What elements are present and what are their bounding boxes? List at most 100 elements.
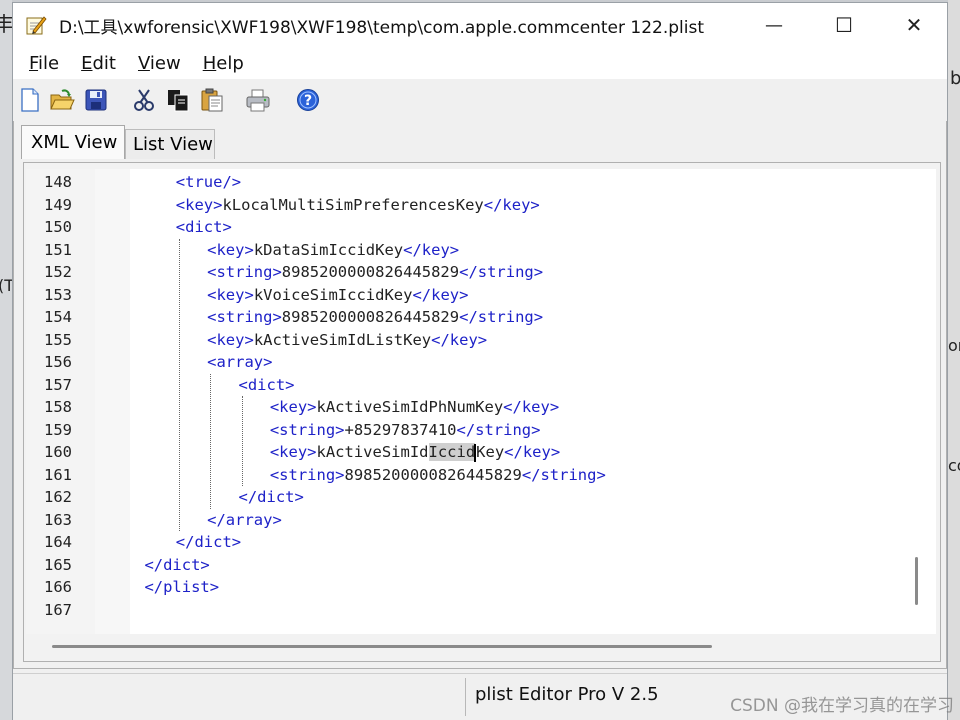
xml-value: kLocalMultiSimPreferencesKey — [222, 195, 484, 214]
line-number: 163 — [44, 510, 72, 529]
menu-edit-label: dit — [92, 52, 116, 74]
code-line: 158 <key>kActiveSimIdPhNumKey</key> — [26, 396, 906, 418]
xml-tag: </plist> — [144, 578, 220, 596]
menu-edit[interactable]: Edit — [75, 53, 122, 74]
code-line: 162 </dict> — [26, 486, 906, 508]
line-number: 154 — [44, 308, 72, 326]
code-text: <dict> — [176, 216, 232, 238]
line-number: 153 — [44, 285, 72, 304]
close-button[interactable]: ✕ — [879, 3, 949, 47]
code-line: 149 <key>kLocalMultiSimPreferencesKey</ke… — [26, 194, 906, 216]
code-text: </dict> — [239, 486, 304, 508]
tab-xml-view[interactable]: XML View — [21, 125, 125, 159]
line-number: 159 — [44, 420, 72, 439]
xml-tag: <dict> — [175, 218, 232, 236]
selected-text: Iccid — [428, 443, 476, 461]
xml-tag: </key> — [504, 443, 561, 461]
code-text: <string>8985200000826445829</string> — [207, 261, 543, 283]
xml-tag: <key> — [175, 195, 223, 214]
background-window-right: b or co — [948, 0, 960, 720]
xml-value: kVoiceSimIccidKey — [253, 285, 413, 304]
xml-tag: </dict> — [144, 555, 210, 574]
indent-guide — [210, 373, 212, 509]
open-button[interactable] — [49, 87, 75, 113]
title-bar[interactable]: D:\工具\xwforensic\XWF198\XWF198\temp\com.… — [13, 3, 947, 47]
horizontal-scrollbar[interactable] — [25, 635, 937, 657]
tab-xml-view-label: XML View — [31, 132, 118, 153]
xml-value: 8985200000826445829 — [281, 308, 460, 326]
code-text: <string>+85297837410</string> — [270, 419, 541, 441]
line-number: 161 — [44, 465, 72, 484]
xml-tag: <dict> — [238, 375, 295, 394]
save-icon — [85, 89, 107, 111]
line-number: 158 — [44, 398, 72, 416]
code-line: 157 <dict> — [26, 374, 906, 396]
menu-view[interactable]: View — [132, 53, 187, 74]
paste-button[interactable] — [199, 87, 225, 113]
status-separator — [465, 678, 466, 716]
xml-tag: <key> — [207, 285, 254, 304]
line-number: 156 — [44, 353, 72, 371]
xml-tag: </string> — [459, 263, 544, 281]
xml-tag: </string> — [521, 465, 606, 484]
print-icon — [246, 89, 270, 112]
cut-button[interactable] — [131, 87, 157, 113]
xml-value: kActiveSimIdPhNumKey — [316, 398, 504, 416]
code-text: <string>8985200000826445829</string> — [207, 306, 543, 328]
xml-tag: </string> — [456, 420, 541, 439]
line-number: 165 — [44, 555, 72, 574]
line-number: 155 — [44, 330, 72, 349]
xml-value: +85297837410 — [344, 420, 457, 439]
code-text: <key>kVoiceSimIccidKey</key> — [207, 284, 468, 306]
code-line: 148 <true/> — [26, 171, 906, 193]
background-fragment: 丰 — [0, 12, 12, 36]
xml-value: 8985200000826445829 — [344, 465, 522, 484]
line-number: 148 — [44, 173, 72, 191]
code-line: 163 </array> — [26, 509, 906, 531]
menu-help-accel: H — [202, 52, 217, 74]
xml-editor[interactable]: 148 <true/> 149 <key>kLocalMultiSimPreferen… — [26, 169, 936, 634]
background-fragment: b — [950, 68, 960, 89]
paste-icon — [201, 88, 223, 112]
open-folder-icon — [50, 89, 75, 110]
xml-tag: </key> — [483, 195, 540, 214]
print-button[interactable] — [245, 87, 271, 113]
app-pencil-icon — [25, 14, 47, 36]
window-title: D:\工具\xwforensic\XWF198\XWF198\temp\com.… — [59, 17, 705, 38]
code-line: 153 <key>kVoiceSimIccidKey</key> — [26, 284, 906, 306]
menu-help[interactable]: Help — [197, 53, 250, 74]
maximize-button[interactable]: ☐ — [809, 3, 879, 47]
code-text: </array> — [207, 509, 282, 531]
copy-icon — [168, 90, 189, 112]
line-number: 162 — [44, 488, 72, 506]
help-button[interactable]: ? — [295, 87, 321, 113]
xml-tag: <key> — [269, 443, 317, 461]
code-text: <key>kLocalMultiSimPreferencesKey</key> — [176, 194, 540, 216]
background-fragment: co — [948, 456, 960, 475]
xml-tag: <key> — [207, 330, 254, 349]
vertical-scrollbar[interactable] — [910, 169, 924, 634]
horizontal-scroll-thumb[interactable] — [52, 645, 712, 648]
copy-button[interactable] — [165, 87, 191, 113]
code-line: 156 <array> — [26, 351, 906, 373]
tab-list-view-label: List View — [133, 134, 213, 155]
code-line: 167 — [26, 599, 906, 621]
tab-list-view[interactable]: List View — [125, 129, 215, 159]
code-text: </dict> — [144, 554, 209, 576]
xml-tag: </dict> — [238, 488, 304, 506]
line-number: 157 — [44, 375, 72, 394]
save-button[interactable] — [83, 87, 109, 113]
menu-file[interactable]: File — [23, 53, 65, 74]
new-file-button[interactable] — [17, 87, 43, 113]
cut-icon — [134, 89, 154, 111]
background-fragment: (T — [0, 276, 12, 295]
minimize-button[interactable]: — — [739, 3, 809, 47]
code-line: 164 </dict> — [26, 531, 906, 553]
code-text: <array> — [207, 351, 272, 373]
xml-tag: <key> — [207, 240, 254, 259]
code-text: <key>kActiveSimIdListKey</key> — [207, 329, 487, 351]
code-text: <dict> — [239, 374, 295, 396]
vertical-scroll-thumb[interactable] — [915, 557, 918, 605]
xml-tag: </string> — [459, 308, 544, 326]
menu-help-label: elp — [216, 52, 244, 74]
